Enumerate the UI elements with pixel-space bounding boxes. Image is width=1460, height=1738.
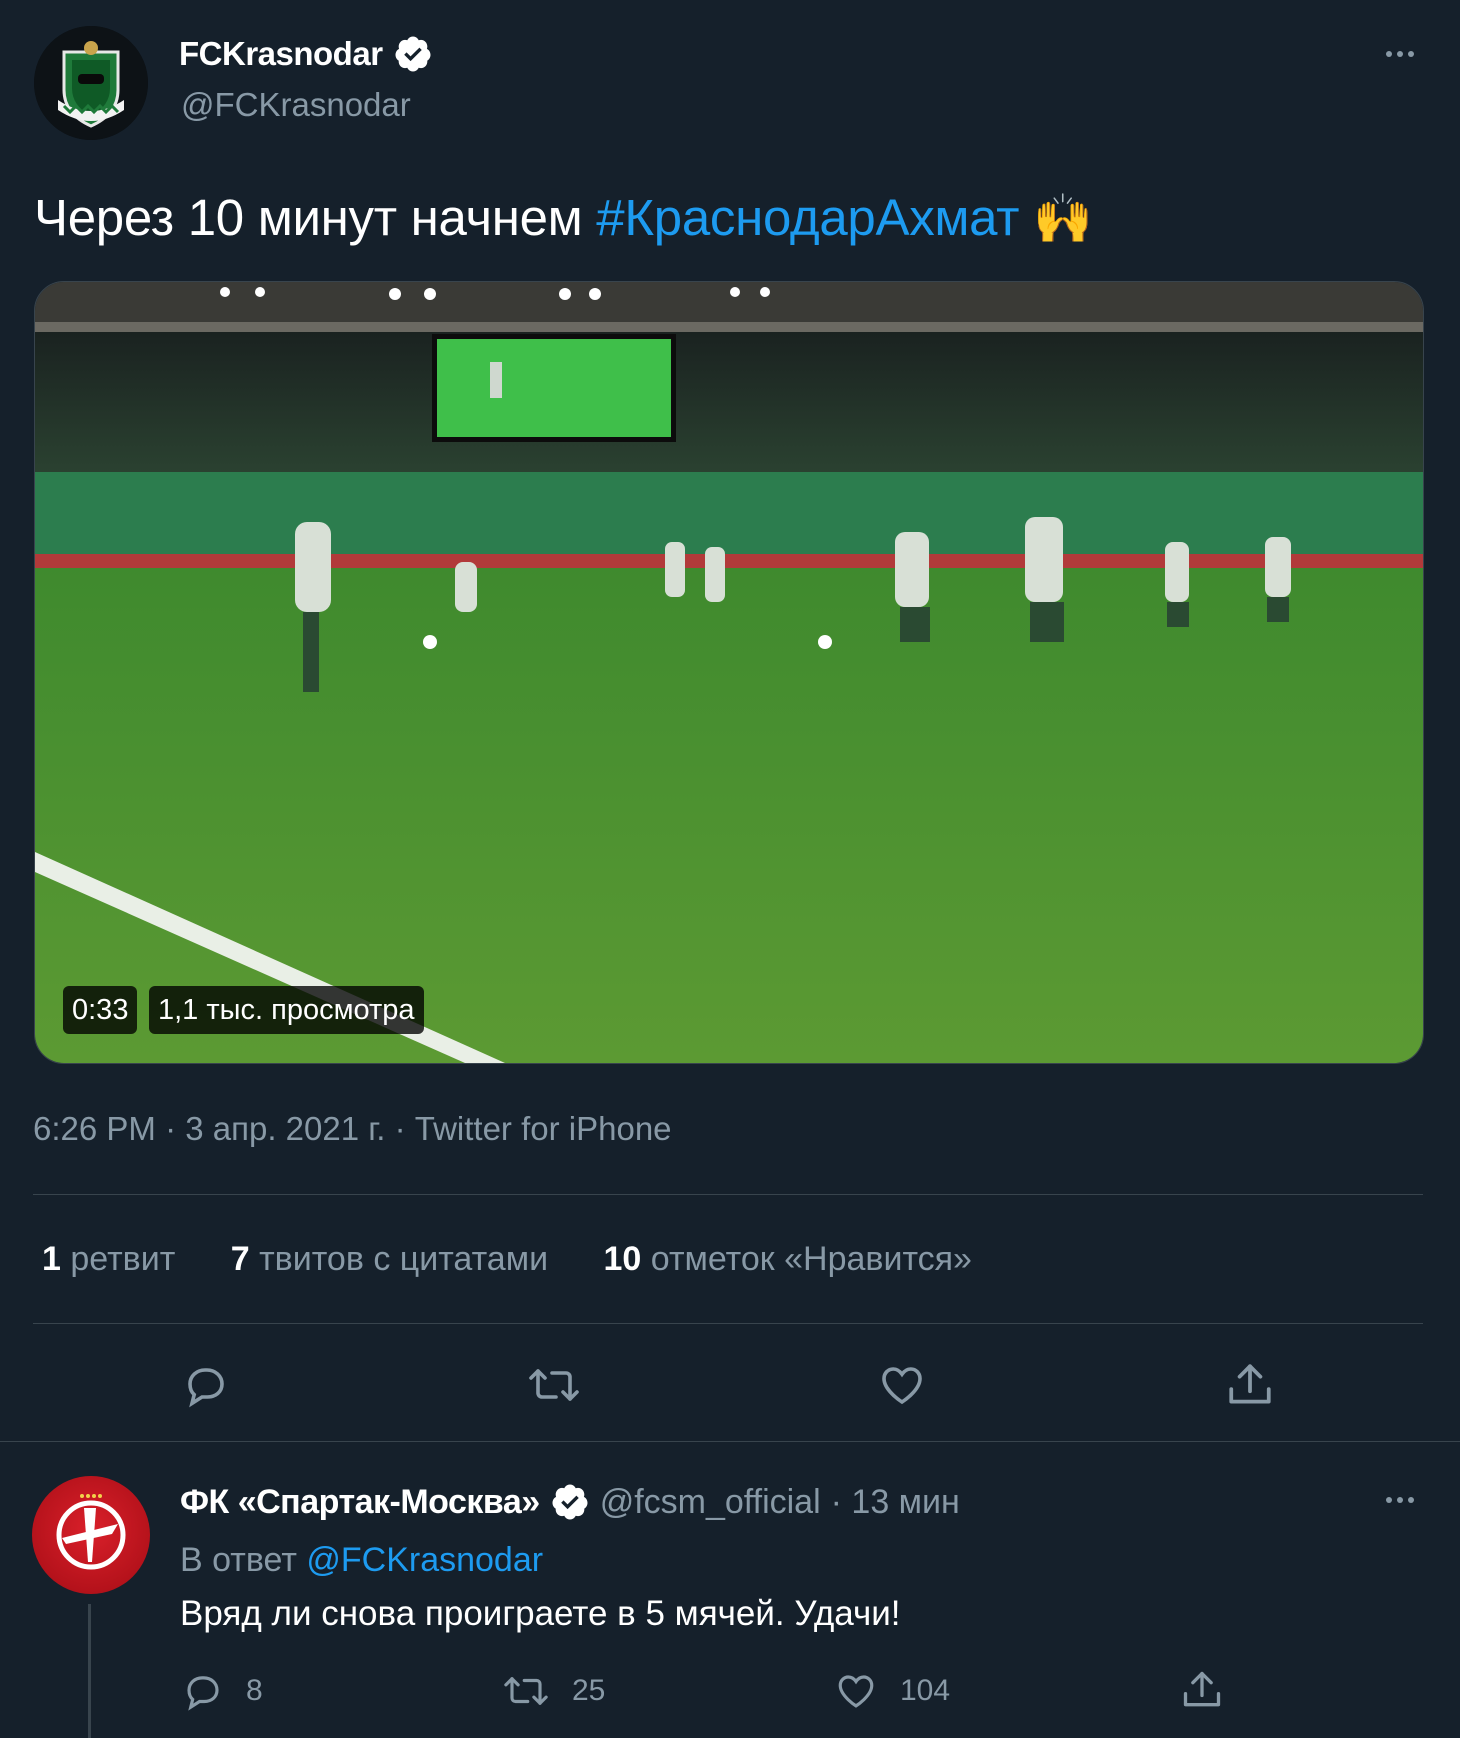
author-handle[interactable]: @FCKrasnodar [181,86,411,124]
like-icon[interactable] [872,1355,932,1415]
reply-header: ФК «Спартак-Москва» @fcsm_official · 13 … [180,1482,960,1522]
avatar[interactable] [34,26,148,140]
reply-like-button[interactable]: 104 [834,1670,950,1712]
author-name[interactable]: FCKrasnodar [179,34,433,74]
reply-time[interactable]: · 13 мин [831,1483,960,1522]
avatar[interactable] [32,1476,150,1594]
reply-reply-count: 8 [246,1674,263,1707]
like-icon [838,1675,874,1708]
divider [33,1323,1423,1324]
author-name-text[interactable]: FCKrasnodar [179,35,383,73]
reply-icon[interactable] [176,1355,236,1415]
reply-reply-button[interactable]: 8 [182,1670,263,1712]
stadium-video-frame [35,282,1423,1063]
spartak-logo [56,1494,126,1570]
divider [33,1194,1423,1195]
quote-count-stat[interactable]: 7 твитов с цитатами [231,1240,548,1278]
reply-to-prefix: В ответ [180,1541,297,1579]
video-views-badge: 1,1 тыс. просмотра [149,986,424,1034]
reply-to-line: В ответ @FCKrasnodar [180,1541,543,1580]
reply-author-name[interactable]: ФК «Спартак-Москва» [180,1483,540,1522]
tweet-text: Через 10 минут начнем #КраснодарАхмат 🙌 [34,188,1093,247]
like-count-stat[interactable]: 10 отметок «Нравится» [604,1240,972,1278]
tweet-text-body: Через 10 минут начнем [34,189,597,246]
reply-share-button[interactable] [1180,1668,1224,1712]
video-duration-badge: 0:33 [63,986,138,1034]
retweet-icon [504,1677,548,1705]
reply-author-handle[interactable]: @fcsm_official [600,1483,821,1522]
more-options-icon[interactable] [1380,1490,1420,1510]
reply-retweet-count: 25 [572,1674,606,1707]
share-icon [1183,1671,1221,1707]
verified-badge-icon [395,36,431,72]
fc-krasnodar-logo [34,26,148,140]
reply-to-handle-link[interactable]: @FCKrasnodar [306,1541,543,1579]
retweet-count-stat[interactable]: 1 ретвит [42,1240,175,1278]
tweet-stats: 1 ретвит 7 твитов с цитатами 10 отметок … [42,1240,1018,1279]
raised-hands-emoji: 🙌 [1033,193,1093,246]
verified-badge-icon [552,1484,588,1520]
divider [0,1441,1460,1442]
reply-text: Вряд ли снова проиграете в 5 мячей. Удач… [180,1594,901,1633]
reply-like-count: 104 [900,1674,951,1707]
share-icon[interactable] [1220,1355,1280,1415]
tweet-timestamp[interactable]: 6:26 PM · 3 апр. 2021 г. · Twitter for i… [33,1110,672,1148]
hashtag-link[interactable]: #КраснодарАхмат [596,189,1019,246]
more-options-icon[interactable] [1380,44,1420,64]
video-player[interactable]: 0:33 1,1 тыс. просмотра [34,281,1424,1064]
reply-icon [187,1676,219,1711]
reply-retweet-button[interactable]: 25 [502,1670,605,1712]
thread-line [88,1604,91,1738]
retweet-icon[interactable] [524,1355,584,1415]
